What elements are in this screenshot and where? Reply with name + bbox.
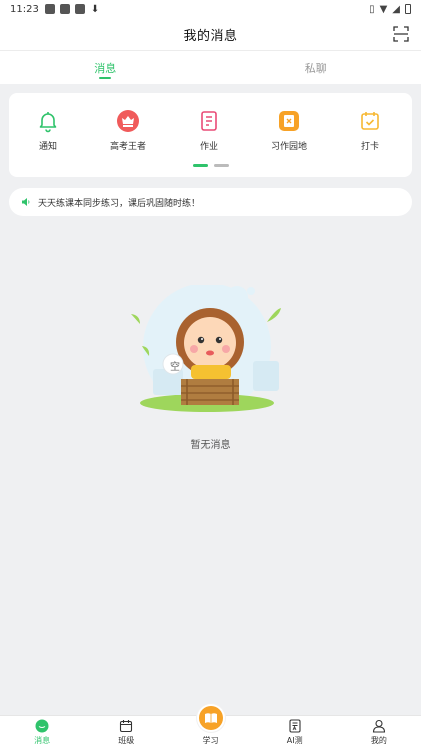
tab-private-chat[interactable]: 私聊 — [211, 51, 421, 84]
carousel-dot — [214, 164, 229, 167]
message-icon — [35, 719, 49, 733]
quick-action-writing[interactable]: 习作园地 — [259, 109, 319, 152]
quick-action-label: 作业 — [199, 142, 218, 152]
nav-item-label: 我的 — [370, 736, 387, 745]
nav-item-me[interactable]: 我的 — [337, 716, 421, 750]
quick-action-homework[interactable]: 作业 — [179, 109, 239, 152]
speaker-icon — [22, 198, 30, 206]
ai-test-icon — [289, 719, 301, 733]
download-icon: ⬇ — [90, 3, 100, 15]
battery-icon — [405, 4, 411, 14]
signal-icon: ◢ — [392, 3, 400, 15]
quick-action-label: 高考王者 — [109, 142, 146, 152]
quick-action-label: 通知 — [38, 142, 57, 152]
page-title: 我的消息 — [183, 28, 238, 44]
study-button[interactable] — [196, 704, 225, 732]
quick-action-gaokao[interactable]: 高考王者 — [98, 109, 158, 152]
app-header: 我的消息 — [0, 18, 421, 50]
carousel-dot-active — [193, 164, 208, 167]
nav-item-ai-test[interactable]: AI测 — [253, 716, 337, 750]
empty-state-text: 暂无消息 — [190, 440, 231, 451]
bottom-nav: 消息 班级 学习 AI测 我的 — [0, 704, 421, 750]
wifi-icon: ▼ — [379, 3, 388, 15]
quick-action-label: 打卡 — [360, 142, 379, 152]
writing-icon — [279, 111, 299, 131]
tab-messages[interactable]: 消息 — [0, 51, 211, 84]
notice-text: 天天练课本同步练习，课后巩固随时练！ — [38, 198, 201, 209]
quick-action-label: 习作园地 — [270, 142, 307, 152]
calendar-icon — [120, 720, 133, 733]
nav-item-label: 消息 — [34, 736, 51, 745]
nav-item-label: 班级 — [118, 736, 135, 745]
profile-icon — [372, 719, 385, 733]
status-bar: 11:23 ⬇ ▯ ▼ ◢ — [0, 0, 421, 18]
book-icon — [204, 713, 217, 723]
status-time: 11:23 — [10, 3, 39, 15]
nav-item-label: 学习 — [202, 736, 219, 745]
status-indicators: ▯ ▼ ◢ — [369, 4, 411, 15]
quick-action-checkin[interactable]: 打卡 — [340, 109, 400, 152]
quick-actions-card: 通知 高考王者 作业 习作园地 打卡 — [9, 93, 412, 177]
nav-item-label: AI测 — [286, 736, 303, 745]
empty-state-illustration — [131, 285, 281, 412]
homework-icon — [201, 111, 217, 131]
gaokao-badge-icon — [117, 110, 139, 132]
scan-icon[interactable] — [393, 26, 409, 42]
empty-state-badge: 空 — [170, 362, 180, 373]
vibrate-icon: ▯ — [369, 3, 375, 15]
checkin-icon — [361, 112, 379, 130]
carousel-indicator — [193, 164, 229, 167]
notice-banner[interactable]: 天天练课本同步练习，课后巩固随时练！ — [9, 188, 412, 216]
nav-item-study[interactable]: 学习 — [168, 704, 252, 750]
nav-item-messages[interactable]: 消息 — [0, 716, 84, 750]
message-tabs: 消息 私聊 — [0, 51, 421, 84]
notification-icon — [74, 4, 85, 14]
quick-action-notice[interactable]: 通知 — [18, 109, 78, 152]
nav-item-class[interactable]: 班级 — [84, 716, 168, 750]
notification-icon — [44, 4, 55, 14]
bell-icon — [39, 112, 57, 133]
notification-icon — [59, 4, 70, 14]
